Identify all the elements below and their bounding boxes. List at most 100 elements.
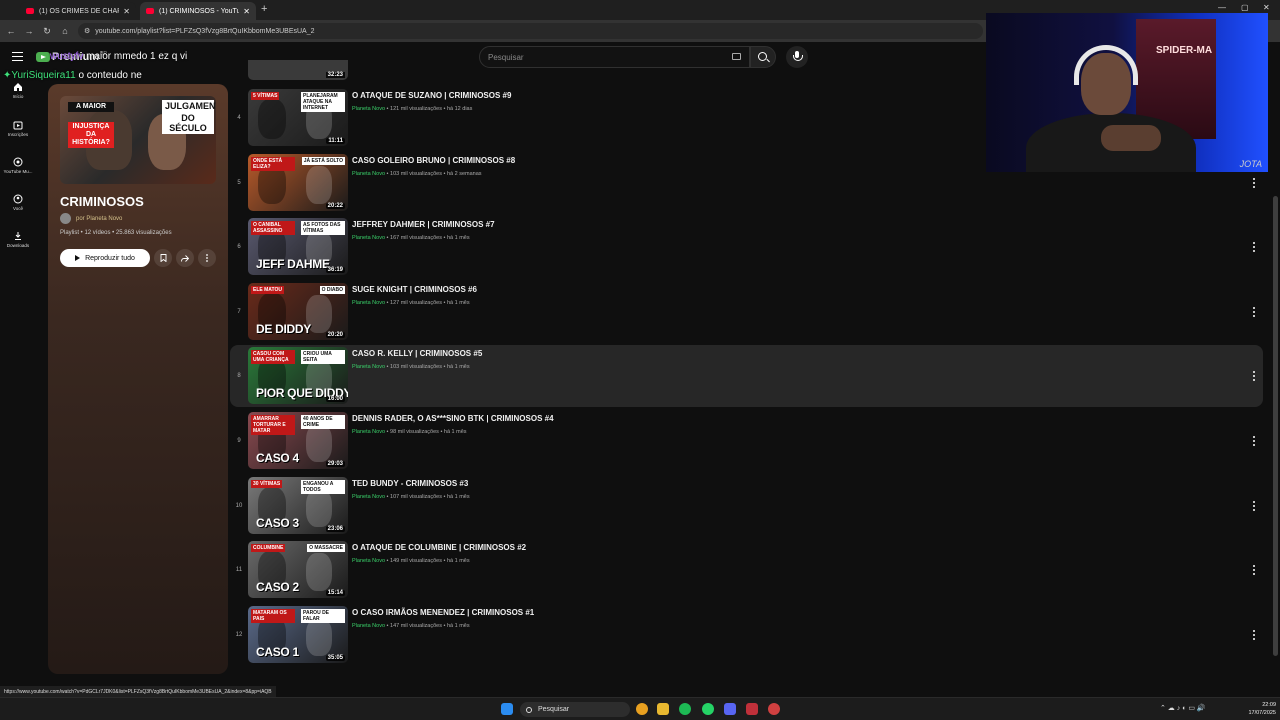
video-thumbnail[interactable]: 5 VÍTIMAS PLANEJARAM ATAQUE NA INTERNET 11… <box>248 89 348 146</box>
hamburger-menu-icon[interactable] <box>12 52 23 61</box>
playlist-video-row[interactable]: 6 O CANIBAL ASSASSINO AS FOTOS DAS VÍTIMAS… <box>230 216 1263 278</box>
video-more-options-icon[interactable] <box>1249 305 1259 319</box>
channel-name[interactable]: Planeta Novo <box>352 171 385 177</box>
thumbnail-tag: O DIABO <box>319 285 345 294</box>
rail-item-music[interactable]: YouTube Mu... <box>0 157 36 174</box>
video-more-options-icon[interactable] <box>1249 628 1259 642</box>
video-title[interactable]: JEFFREY DAHMER | CRIMINOSOS #7 <box>352 220 495 229</box>
file-explorer-icon[interactable] <box>657 703 669 715</box>
share-button[interactable] <box>176 249 194 267</box>
video-thumbnail[interactable]: AMARRAR TORTURAR E MATAR 40 ANOS DE CRIME… <box>248 412 348 469</box>
video-thumbnail[interactable]: 30 VÍTIMAS ENGANOU A TODOS CASO 3 23:06 <box>248 476 348 534</box>
video-thumbnail[interactable]: COLUMBINE O MASSACRE CASO 2 15:14 <box>248 541 348 599</box>
video-meta: Planeta Novo • 103 mil visualizações • h… <box>352 364 470 370</box>
playlist-owner[interactable]: por Planeta Novo <box>60 213 122 224</box>
video-thumbnail[interactable]: ONDE ESTÁ ELIZA? JÁ ESTÁ SOLTO 20:22 <box>248 153 348 211</box>
taskbar-search[interactable]: Pesquisar <box>520 702 630 717</box>
more-options-button[interactable] <box>198 249 216 267</box>
video-meta: Planeta Novo • 127 mil visualizações • h… <box>352 300 470 306</box>
system-tray-icons[interactable]: ⌃ ☁ ♪ ◐ ▭ 🔊 <box>1160 704 1206 712</box>
keyboard-icon[interactable] <box>732 53 741 60</box>
playlist-video-row[interactable]: 11 COLUMBINE O MASSACRE CASO 2 15:14 O ATAQUE… <box>230 539 1263 601</box>
rail-item-subscriptions[interactable]: Inscrições <box>0 120 36 137</box>
playlist-video-row[interactable]: 12 MATARAM OS PAIS PAROU DE FALAR CASO 1 35:… <box>230 604 1263 665</box>
app-icon[interactable] <box>746 703 758 715</box>
playlist-video-row[interactable]: 10 30 VÍTIMAS ENGANOU A TODOS CASO 3 23:06 TE… <box>230 475 1263 537</box>
video-index: 10 <box>235 502 243 509</box>
video-title[interactable]: TED BUNDY - CRIMINOSOS #3 <box>352 479 468 488</box>
channel-name[interactable]: Planeta Novo <box>352 558 385 564</box>
rail-label: Downloads <box>6 243 30 248</box>
video-more-options-icon[interactable] <box>1249 240 1259 254</box>
thumbnail-figure <box>306 488 332 527</box>
reload-icon[interactable]: ↻ <box>38 26 56 37</box>
save-playlist-button[interactable] <box>154 249 172 267</box>
video-more-options-icon[interactable] <box>1249 434 1259 448</box>
video-more-options-icon[interactable] <box>1249 499 1259 513</box>
video-title[interactable]: CASO GOLEIRO BRUNO | CRIMINOSOS #8 <box>352 156 515 165</box>
video-meta: Planeta Novo • 103 mil visualizações • h… <box>352 171 482 177</box>
rail-label: Inscrições <box>7 132 29 137</box>
owner-name[interactable]: Planeta Novo <box>86 216 122 222</box>
video-thumbnail[interactable]: CASOU COM UMA CRIANÇA CRIOU UMA SEITA PIOR… <box>248 347 348 405</box>
spotify-icon[interactable] <box>679 703 691 715</box>
thumbnail-tag: 5 VÍTIMAS <box>251 92 280 100</box>
video-thumbnail[interactable]: ELE MATOU O DIABO DE DIDDY 20:20 <box>248 282 348 340</box>
video-index: 7 <box>237 308 241 315</box>
playlist-video-row[interactable]: 8 CASOU COM UMA CRIANÇA CRIOU UMA SEITA PIO… <box>230 345 1263 408</box>
channel-name[interactable]: Planeta Novo <box>352 429 385 435</box>
video-title[interactable]: SUGE KNIGHT | CRIMINOSOS #6 <box>352 285 477 294</box>
video-thumbnail[interactable]: O CANIBAL ASSASSINO AS FOTOS DAS VÍTIMAS J… <box>248 218 348 276</box>
video-title[interactable]: O CASO IRMÃOS MENENDEZ | CRIMINOSOS #1 <box>352 608 534 617</box>
close-tab-icon[interactable]: ✕ <box>243 7 250 16</box>
video-more-options-icon[interactable] <box>1249 563 1259 577</box>
playlist-video-row[interactable]: 7 ELE MATOU O DIABO DE DIDDY 20:20 SUGE KNIGH… <box>230 281 1263 343</box>
site-info-icon[interactable]: ⚙ <box>84 27 90 35</box>
video-thumbnail[interactable]: MATARAM OS PAIS PAROU DE FALAR CASO 1 35:05 <box>248 605 348 663</box>
download-icon <box>15 232 21 240</box>
whatsapp-icon[interactable] <box>702 703 714 715</box>
video-title[interactable]: DENNIS RADER, O AS***SINO BTK | CRIMINOS… <box>352 414 554 423</box>
close-window-icon[interactable]: ✕ <box>1263 3 1270 12</box>
video-more-options-icon[interactable] <box>1249 369 1259 383</box>
channel-name[interactable]: Planeta Novo <box>352 494 385 500</box>
rail-item-you[interactable]: Você <box>0 194 36 211</box>
play-all-button[interactable]: Reproduzir tudo <box>60 249 150 267</box>
channel-name[interactable]: Planeta Novo <box>352 623 385 629</box>
url-field[interactable]: ⚙ youtube.com/playlist?list=PLFZsQ3fVzg8… <box>78 23 983 39</box>
video-stats: • 167 mil visualizações • há 1 mês <box>385 235 470 242</box>
video-title[interactable]: O ATAQUE DE COLUMBINE | CRIMINOSOS #2 <box>352 543 526 552</box>
close-tab-icon[interactable]: ✕ <box>123 7 130 16</box>
windows-start-icon[interactable] <box>501 703 513 715</box>
video-index: 5 <box>237 179 241 186</box>
browser-tab-2[interactable]: (1) CRIMINOSOS - YouTube ✕ <box>140 2 256 20</box>
maximize-icon[interactable]: ▢ <box>1241 3 1249 12</box>
obs-icon[interactable] <box>768 703 780 715</box>
new-tab-icon[interactable]: + <box>261 3 267 15</box>
chrome-icon[interactable] <box>636 703 648 715</box>
discord-icon[interactable] <box>724 703 736 715</box>
home-icon[interactable]: ⌂ <box>56 26 74 36</box>
thumbnail-tag: 30 VÍTIMAS <box>251 479 283 488</box>
video-title[interactable]: O ATAQUE DE SUZANO | CRIMINOSOS #9 <box>352 91 511 100</box>
rail-item-downloads[interactable]: Downloads <box>0 231 36 248</box>
forward-icon[interactable]: → <box>20 26 38 36</box>
playlist-video-row[interactable]: 9 AMARRAR TORTURAR E MATAR 40 ANOS DE CRIM… <box>230 410 1263 472</box>
channel-avatar[interactable] <box>60 213 71 224</box>
video-title[interactable]: CASO R. KELLY | CRIMINOSOS #5 <box>352 349 482 358</box>
video-more-options-icon[interactable] <box>1249 176 1259 190</box>
channel-name[interactable]: Planeta Novo <box>352 235 385 241</box>
channel-name[interactable]: Planeta Novo <box>352 300 385 306</box>
taskbar-clock[interactable]: 22:09 17/07/2025 <box>1236 701 1276 717</box>
thumbnail-tag: CRIOU UMA SEITA <box>301 350 345 365</box>
page-scrollbar[interactable] <box>1273 196 1278 656</box>
video-stats: • 121 mil visualizações • há 12 dias <box>385 106 473 112</box>
rail-item-home[interactable]: Início <box>0 82 36 99</box>
back-icon[interactable]: ← <box>2 26 20 36</box>
playlist-thumbnail[interactable]: A MAIOR INJUSTIÇA DA HISTÓRIA? JULGAMENT… <box>60 96 216 184</box>
channel-name[interactable]: Planeta Novo <box>352 364 385 370</box>
browser-tab-1[interactable]: (1) OS CRIMES DE CHARLES M... ✕ <box>20 2 136 20</box>
thumbnail-tag: PLANEJARAM ATAQUE NA INTERNET <box>301 92 345 112</box>
minimize-icon[interactable]: — <box>1218 3 1226 12</box>
channel-name[interactable]: Planeta Novo <box>352 106 385 112</box>
